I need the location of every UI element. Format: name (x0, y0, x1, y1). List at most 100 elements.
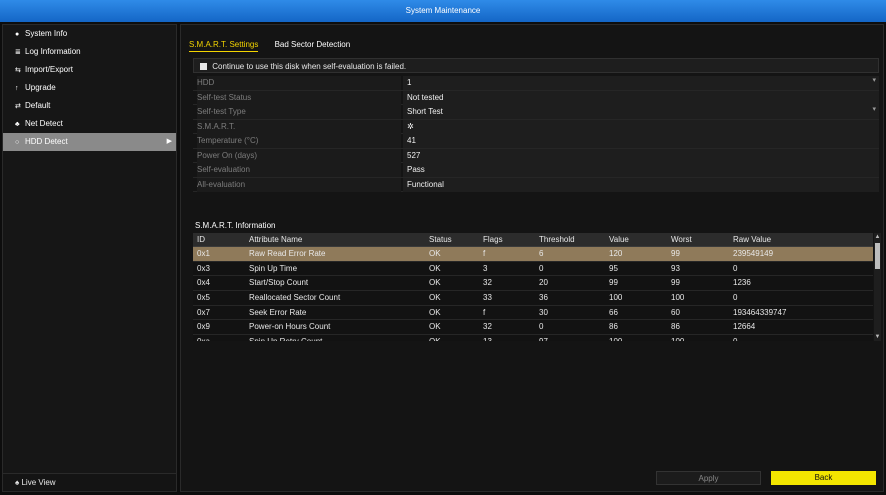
table-cell: 32 (483, 278, 492, 288)
column-header: Status (429, 235, 452, 244)
table-cell: 20 (539, 278, 548, 288)
tab-smart-settings[interactable]: S.M.A.R.T. Settings (189, 39, 259, 52)
sidebar-item-hdd-detect[interactable]: ○ HDD Detect ▶ (3, 133, 176, 151)
back-button[interactable]: Back (771, 471, 876, 485)
sidebar-item-default[interactable]: ⇄ Default (3, 97, 176, 115)
table-cell: OK (429, 263, 441, 273)
sidebar-item-label: Net Detect (25, 119, 63, 128)
table-cell: 100 (609, 293, 623, 303)
live-view-button[interactable]: ♠ Live View (3, 473, 176, 491)
table-cell: 13 (483, 335, 492, 341)
self-evaluation-value: Pass (403, 163, 879, 177)
column-header: Attribute Name (249, 235, 303, 244)
sidebar-menu: ● System Info ≣ Log Information ⇆ Import/Expo… (3, 25, 176, 151)
chevron-right-icon: ▶ (166, 138, 172, 145)
net-detect-icon: ♣ (15, 121, 20, 128)
table-cell: 99 (609, 278, 618, 288)
table-cell: 100 (609, 335, 622, 341)
table-cell: 6 (539, 249, 544, 258)
table-cell: Raw Read Error Rate (249, 249, 326, 258)
table-cell: 0x7 (197, 307, 210, 317)
field-all-evaluation: All-evaluation Functional (193, 177, 879, 192)
sidebar-item-import-export[interactable]: ⇆ Import/Export (3, 61, 176, 79)
table-cell: 0 (733, 263, 738, 273)
sidebar-item-label: Log Information (25, 47, 81, 56)
all-evaluation-label: All-evaluation (197, 177, 401, 192)
table-cell: 86 (609, 322, 618, 332)
scroll-thumb[interactable] (875, 243, 880, 269)
self-evaluation-label: Self-evaluation (197, 163, 401, 177)
s-m-a-r-t-label: S.M.A.R.T. (197, 119, 401, 134)
self-test-status-value: Not tested (403, 90, 879, 105)
dropdown-arrow-icon[interactable]: ▾ (872, 105, 876, 113)
table-cell: 36 (539, 293, 548, 303)
table-cell: 120 (609, 249, 623, 258)
sidebar-item-label: Import/Export (25, 65, 74, 74)
live-view-label: Live View (21, 478, 56, 487)
power-on-days-label: Power On (days) (197, 148, 401, 163)
table-cell: 66 (609, 307, 618, 317)
hdd-settings-form: HDD 1 ▾ Self-test Status Not tested Self-test… (193, 76, 879, 192)
table-scrollbar[interactable]: ▲ ▼ (874, 233, 881, 341)
table-row[interactable]: 0x7 Seek Error Rate OK f 30 66 60 193464339747 (193, 305, 873, 321)
window-title: System Maintenance (0, 0, 886, 22)
table-cell: 0x9 (197, 322, 210, 332)
continue-use-label: Continue to use this disk when self-eval… (212, 62, 407, 71)
field-temperature-c: Temperature (°C) 41 (193, 134, 879, 149)
smart-table: ID Attribute Name Status Flags Threshold Valu… (193, 233, 873, 341)
smart-info-title: S.M.A.R.T. Information (195, 221, 276, 230)
table-row[interactable]: 0x4 Start/Stop Count OK 32 20 99 99 1236 (193, 276, 873, 292)
scroll-down-icon[interactable]: ▼ (874, 333, 881, 341)
table-cell: f (483, 249, 486, 258)
table-cell: 32 (483, 322, 492, 332)
field-self-test-status: Self-test Status Not tested (193, 90, 879, 105)
default-icon: ⇄ (15, 103, 21, 110)
table-cell: OK (429, 322, 441, 332)
table-cell: 86 (671, 322, 680, 332)
table-cell: 0x4 (197, 278, 210, 288)
column-header: Flags (483, 235, 503, 244)
hdd-label: HDD (197, 76, 401, 90)
continue-use-checkbox[interactable] (200, 63, 207, 70)
table-row[interactable]: 0xa Spin Up Retry Count OK 13 97 100 100 0 (193, 335, 873, 341)
sidebar: ● System Info ≣ Log Information ⇆ Import/Expo… (2, 24, 177, 492)
tab-bad-sector-detection[interactable]: Bad Sector Detection (275, 39, 351, 51)
upgrade-icon: ↑ (15, 85, 19, 92)
self-test-type-label: Self-test Type (197, 105, 401, 119)
table-cell: 0 (539, 322, 544, 332)
column-header: Value (609, 235, 629, 244)
table-cell: 0 (733, 335, 737, 341)
table-cell: 0x1 (197, 249, 210, 258)
field-s-m-a-r-t: S.M.A.R.T. ✲ (193, 119, 879, 134)
scroll-up-icon[interactable]: ▲ (874, 233, 881, 241)
sidebar-item-label: Upgrade (25, 83, 56, 92)
table-cell: 99 (671, 249, 680, 258)
sidebar-item-upgrade[interactable]: ↑ Upgrade (3, 79, 176, 97)
live-view-icon: ♠ (15, 478, 20, 487)
table-cell: 193464339747 (733, 307, 787, 317)
sidebar-item-net-detect[interactable]: ♣ Net Detect (3, 115, 176, 133)
hdd-value[interactable]: 1 (403, 76, 879, 90)
table-cell: Seek Error Rate (249, 307, 307, 317)
sidebar-item-system-info[interactable]: ● System Info (3, 25, 176, 43)
tab-bar: S.M.A.R.T. Settings Bad Sector Detection (189, 39, 364, 53)
table-cell: 93 (671, 263, 680, 273)
smart-table-header: ID Attribute Name Status Flags Threshold Valu… (193, 233, 873, 247)
table-cell: 97 (539, 335, 548, 341)
table-row[interactable]: 0x5 Reallocated Sector Count OK 33 36 100 100 0 (193, 291, 873, 306)
table-row[interactable]: 0x9 Power-on Hours Count OK 32 0 86 86 12664 (193, 320, 873, 336)
column-header: Worst (671, 235, 692, 244)
table-cell: OK (429, 293, 441, 303)
table-cell: f (483, 307, 486, 317)
self-test-type-value[interactable]: Short Test (403, 105, 879, 119)
table-row[interactable]: 0x3 Spin Up Time OK 3 0 95 93 0 (193, 261, 873, 277)
dropdown-arrow-icon[interactable]: ▾ (872, 76, 876, 84)
table-cell: 0 (539, 263, 544, 273)
table-cell: OK (429, 335, 441, 341)
table-cell: 0xa (197, 335, 210, 341)
table-cell: Reallocated Sector Count (249, 293, 341, 303)
power-on-days-value: 527 (403, 148, 879, 163)
sidebar-item-log-information[interactable]: ≣ Log Information (3, 43, 176, 61)
table-row[interactable]: 0x1 Raw Read Error Rate OK f 6 120 99 239549149 (193, 247, 873, 262)
apply-button[interactable]: Apply (656, 471, 761, 485)
